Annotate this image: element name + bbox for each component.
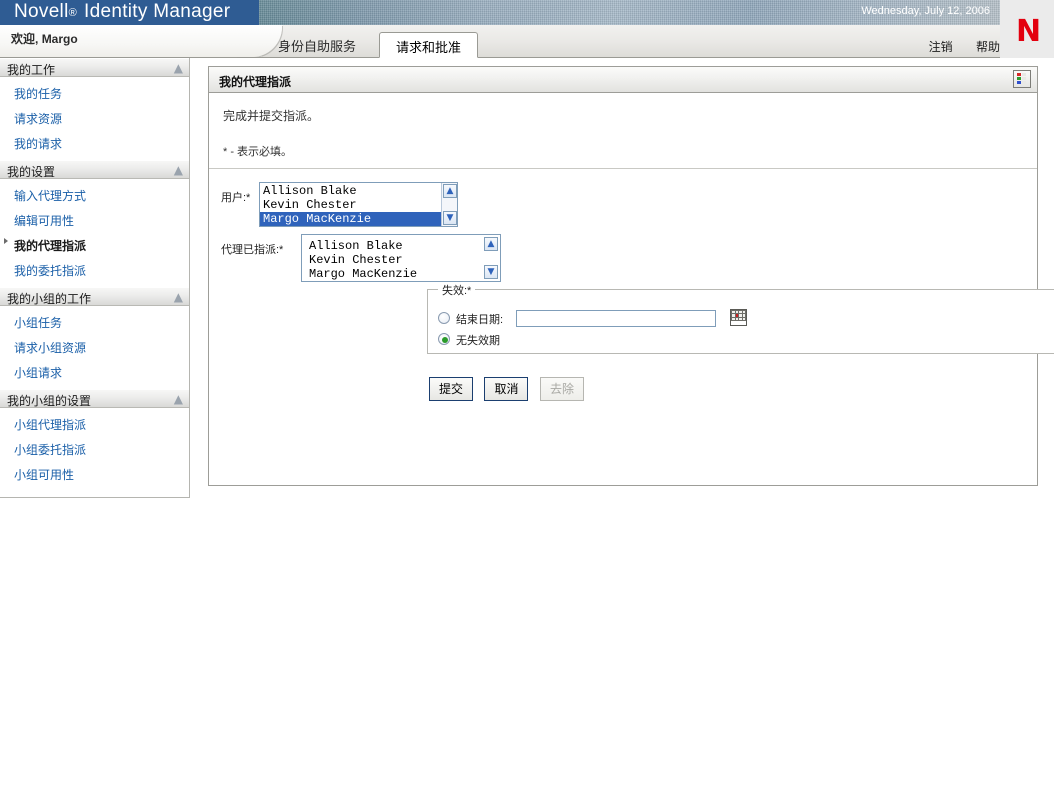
assigned-field-label: 代理已指派:* (221, 244, 284, 256)
proxy-assignment-form: 用户:* Allison Blake Kevin Chester Margo M… (209, 169, 1054, 459)
novell-logo: N (1000, 14, 1054, 58)
list-item[interactable]: Kevin Chester (306, 253, 420, 267)
sidebar-group-items: 我的任务 请求资源 我的请求 (0, 77, 189, 160)
novell-n-icon: N (1016, 14, 1042, 49)
sidebar-group-title: 我的小组的设置 (7, 394, 92, 408)
current-item-bullet-icon (4, 238, 8, 244)
panel-header: 我的代理指派 (209, 67, 1037, 93)
list-item[interactable]: Margo MacKenzie (306, 267, 420, 281)
welcome-separator: , (35, 32, 42, 46)
product-name: Identity Manager (84, 1, 231, 22)
app-title: Novell® Identity Manager (14, 1, 230, 23)
sidebar-group-items: 小组任务 请求小组资源 小组请求 (0, 306, 189, 389)
sidebar-item-team-availability[interactable]: 小组可用性 (0, 462, 189, 487)
submit-button[interactable]: 提交 (427, 376, 475, 402)
list-item[interactable]: Kevin Chester (260, 198, 440, 212)
no-expiration-label: 无失效期 (456, 335, 500, 347)
sidebar-group-title: 我的工作 (7, 63, 56, 77)
assigned-listbox[interactable]: Allison Blake Kevin Chester Margo MacKen… (301, 234, 501, 282)
user-field-label: 用户:* (221, 192, 251, 204)
cancel-button[interactable]: 取消 (483, 376, 530, 402)
assigned-listbox-scrollbar[interactable]: ▲ ▼ (483, 236, 499, 280)
color-legend-icon[interactable] (1013, 70, 1031, 88)
welcome-username: Margo (41, 32, 78, 46)
end-date-radio[interactable] (438, 312, 450, 324)
calendar-icon[interactable] (730, 309, 747, 326)
remove-button: 去除 (539, 377, 584, 401)
sidebar-group-header[interactable]: 我的工作 ▲ (0, 58, 189, 77)
no-expiration-radio[interactable] (438, 333, 450, 345)
assigned-listbox-options: Allison Blake Kevin Chester Margo MacKen… (306, 239, 420, 281)
sidebar-group-title: 我的设置 (7, 165, 56, 179)
sidebar-item-my-tasks[interactable]: 我的任务 (0, 81, 189, 106)
sidebar-group-my-settings: 我的设置 ▲ 输入代理方式 编辑可用性 我的代理指派 我的委托指派 (0, 160, 189, 287)
sidebar-item-team-tasks[interactable]: 小组任务 (0, 310, 189, 335)
current-date: Wednesday, July 12, 2006 (861, 5, 990, 17)
panel-footer (209, 459, 1037, 485)
welcome-greeting: 欢迎 (11, 32, 36, 46)
expiration-legend: 失效:* (438, 282, 476, 298)
registered-mark-icon: ® (68, 7, 78, 19)
intro-instruction: 完成并提交指派。 (223, 109, 320, 123)
legend-grid (1017, 73, 1027, 85)
chevron-up-icon[interactable]: ▲ (174, 61, 183, 75)
sidebar-group-my-team-work: 我的小组的工作 ▲ 小组任务 请求小组资源 小组请求 (0, 287, 189, 389)
app-banner: Novell® Identity Manager Wednesday, July … (0, 0, 1054, 25)
sidebar-nav: 我的工作 ▲ 我的任务 请求资源 我的请求 我的设置 ▲ 输入代理方式 编辑可用… (0, 58, 190, 498)
help-link[interactable]: 帮助 (976, 40, 1000, 54)
chevron-up-icon[interactable]: ▲ (174, 392, 183, 406)
list-item-selected[interactable]: Margo MacKenzie (260, 212, 442, 226)
required-field-note: * - 表示必填。 (223, 146, 293, 158)
panel-intro: 完成并提交指派。 * - 表示必填。 (209, 93, 1037, 169)
sidebar-group-my-work: 我的工作 ▲ 我的任务 请求资源 我的请求 (0, 58, 189, 160)
sidebar-group-items: 输入代理方式 编辑可用性 我的代理指派 我的委托指派 (0, 179, 189, 287)
chevron-down-icon[interactable]: ▼ (443, 211, 457, 225)
list-item[interactable]: Allison Blake (260, 184, 440, 198)
chevron-down-icon[interactable]: ▼ (484, 265, 498, 279)
chevron-up-icon[interactable]: ▲ (174, 290, 183, 304)
welcome-message: 欢迎, Margo (11, 30, 78, 47)
chevron-up-icon[interactable]: ▲ (443, 184, 457, 198)
page-title: 我的代理指派 (219, 75, 292, 89)
list-item[interactable]: Allison Blake (306, 239, 420, 253)
form-buttons: 提交 取消 去除 (427, 376, 591, 402)
chevron-up-icon[interactable]: ▲ (174, 163, 183, 177)
sidebar-item-team-proxy-assignments[interactable]: 小组代理指派 (0, 412, 189, 437)
sidebar-item-my-requests[interactable]: 我的请求 (0, 131, 189, 156)
calendar-grid (731, 310, 746, 321)
tab-requests-and-approvals[interactable]: 请求和批准 (379, 32, 479, 58)
end-date-input[interactable] (516, 310, 716, 327)
end-date-label: 结束日期: (456, 314, 504, 326)
sidebar-group-items: 小组代理指派 小组委托指派 小组可用性 (0, 408, 189, 491)
user-listbox-scrollbar[interactable]: ▲ ▼ (441, 183, 457, 226)
sidebar-item-label: 我的代理指派 (14, 239, 87, 253)
main-panel: 我的代理指派 完成并提交指派。 * - 表示必填。 用户:* Allison B… (208, 66, 1054, 486)
sidebar-group-header[interactable]: 我的设置 ▲ (0, 160, 189, 179)
radio-selected-dot (442, 337, 448, 343)
user-listbox[interactable]: Allison Blake Kevin Chester Margo MacKen… (259, 182, 458, 227)
sidebar-item-team-requests[interactable]: 小组请求 (0, 360, 189, 385)
logout-link[interactable]: 注销 (929, 40, 953, 54)
welcome-tab-strip: 欢迎, Margo (0, 25, 1054, 58)
sidebar-group-header[interactable]: 我的小组的工作 ▲ (0, 287, 189, 306)
sidebar-item-edit-availability[interactable]: 编辑可用性 (0, 208, 189, 233)
expiration-fieldset: 失效:* 结束日期: 无失效期 (427, 282, 1054, 354)
header-links: 注销 帮助 (909, 38, 1000, 55)
chevron-up-icon[interactable]: ▲ (484, 237, 498, 251)
sidebar-item-my-proxy-assignments[interactable]: 我的代理指派 (0, 233, 189, 258)
user-listbox-options: Allison Blake Kevin Chester Margo MacKen… (260, 184, 442, 226)
sidebar-item-enter-proxy-mode[interactable]: 输入代理方式 (0, 183, 189, 208)
sidebar-item-request-resource[interactable]: 请求资源 (0, 106, 189, 131)
sidebar-item-team-delegate-assignments[interactable]: 小组委托指派 (0, 437, 189, 462)
tab-identity-self-service[interactable]: 身份自助服务 (262, 32, 372, 58)
sidebar-group-my-team-settings: 我的小组的设置 ▲ 小组代理指派 小组委托指派 小组可用性 (0, 389, 189, 491)
sidebar-item-request-team-resource[interactable]: 请求小组资源 (0, 335, 189, 360)
sidebar-item-my-delegate-assignments[interactable]: 我的委托指派 (0, 258, 189, 283)
brand-name: Novell (14, 1, 69, 22)
sidebar-group-title: 我的小组的工作 (7, 292, 92, 306)
sidebar-group-header[interactable]: 我的小组的设置 ▲ (0, 389, 189, 408)
